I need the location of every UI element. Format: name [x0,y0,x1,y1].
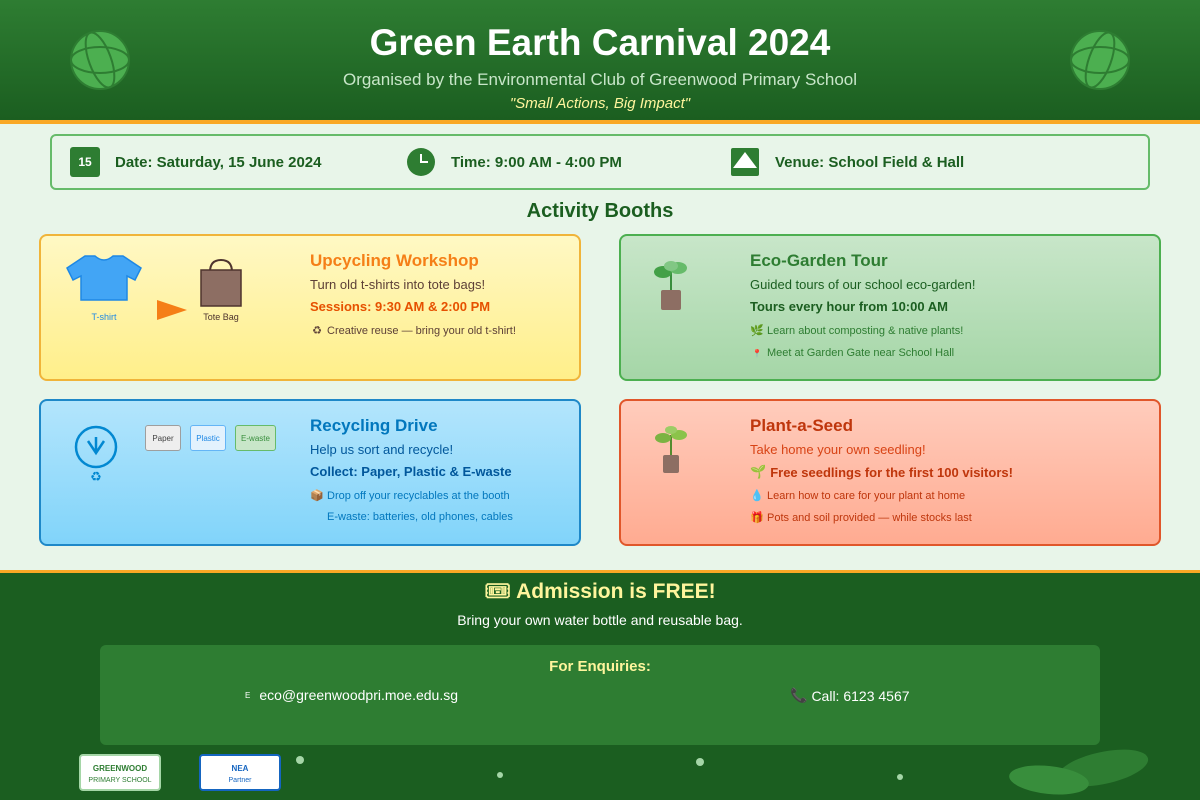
booth-note: 🌿 Learn about composting & native plants… [750,324,964,338]
booth-note: ♻ Creative reuse — bring your old t-shir… [310,324,516,338]
leaf-icon: 🌿 [750,325,764,337]
phone-text[interactable]: Call: 6123 4567 [811,688,909,704]
decorative-dot [296,756,304,764]
potted-plant-icon [654,261,687,310]
booth-collect: Collect: Paper, Plastic & E-waste [310,464,512,479]
page-subtitle: Organised by the Environmental Club of G… [342,70,858,89]
decorative-dot [497,772,503,778]
booth-description: Take home your own seedling! [750,442,926,457]
sprout-icon: 🌱 [750,464,767,479]
tent-icon [731,148,759,176]
booth-note: E-waste: batteries, old phones, cables [327,511,513,523]
greenwood-logo: GREENWOOD PRIMARY SCHOOL [79,754,161,791]
time-info: Time: 9:00 AM - 4:00 PM [406,136,622,188]
email-text[interactable]: eco@greenwoodpri.moe.edu.sg [259,687,458,703]
paper-bin: Paper [145,425,181,451]
recycle-icon: ♻ [312,325,322,337]
time-text: Time: 9:00 AM - 4:00 PM [451,153,622,171]
calendar-icon: 15 [70,147,100,177]
booth-description: Guided tours of our school eco-garden! [750,277,976,292]
booth-sessions: Sessions: 9:30 AM & 2:00 PM [310,299,491,314]
decorative-dot [696,758,704,766]
phone-icon: 📞 [790,687,808,703]
email-contact[interactable]: E eco@greenwoodpri.moe.edu.sg [245,687,458,703]
pin-icon: 📍 [752,348,762,358]
section-title: Activity Booths [526,200,674,222]
arrow-right-icon [157,300,187,320]
booth-schedule: Tours every hour from 10:00 AM [750,299,948,314]
booth-card-recycling: ♻ Paper Plastic E-waste Recycling Drive … [39,399,581,546]
tote-bag-icon [200,258,242,307]
booth-offer: 🌱 Free seedlings for the first 100 visit… [750,464,1013,480]
plastic-bin: Plastic [190,425,226,451]
ticket-icon: 🎟 [484,580,512,603]
booth-title: Plant-a-Seed [750,416,853,435]
enquiry-title: For Enquiries: [549,658,651,675]
tshirt-icon [66,255,142,301]
event-info-bar: 15 Date: Saturday, 15 June 2024 Time: 9:… [50,134,1150,190]
booth-title: Recycling Drive [310,416,438,435]
booth-note: 💧 Learn how to care for your plant at ho… [750,489,966,503]
booth-title: Upcycling Workshop [310,251,479,270]
water-drop-badge-icon [74,425,118,469]
admission-banner: 🎟 Admission is FREE! [0,580,1200,604]
phone-contact[interactable]: 📞 Call: 6123 4567 [790,687,910,704]
date-info: 15 Date: Saturday, 15 June 2024 [70,136,321,188]
decorative-dot [897,774,903,780]
booth-description: Turn old t-shirts into tote bags! [310,277,486,292]
enquiry-box: For Enquiries: E eco@greenwoodpri.moe.ed… [100,645,1100,745]
booth-note: 🎁 Pots and soil provided — while stocks … [750,511,972,525]
leaf-decoration-icon [1009,749,1149,795]
tagline: "Small Actions, Big Impact" [509,95,691,112]
admission-text: Admission is FREE! [516,580,716,603]
drop-icon: 💧 [750,490,764,502]
venue-text: Venue: School Field & Hall [775,153,965,171]
booth-title: Eco-Garden Tour [750,251,888,270]
box-icon: 📦 [310,490,324,502]
booth-description: Help us sort and recycle! [310,442,454,457]
tshirt-label: T-shirt [91,312,117,322]
venue-info: Venue: School Field & Hall [730,136,964,188]
recycle-icon: ♻ [90,469,102,484]
booth-card-upcycling: T-shirt Tote Bag Upcycling Workshop Turn… [39,234,581,381]
footer-divider [0,570,1200,573]
bring-note: Bring your own water bottle and reusable… [457,612,743,628]
date-text: Date: Saturday, 15 June 2024 [115,153,322,171]
booth-card-plant-a-seed: Plant-a-Seed Take home your own seedling… [619,399,1161,546]
seedling-icon [655,426,687,473]
booth-note: 📍 Meet at Garden Gate near School Hall [750,347,954,359]
gift-icon: 🎁 [750,512,764,524]
email-icon: E [245,690,251,700]
booth-note: 📦 Drop off your recyclables at the booth [310,489,510,503]
booth-card-eco-garden: Eco-Garden Tour Guided tours of our scho… [619,234,1161,381]
nea-logo: NEA Partner [199,754,281,791]
e-waste-bin: E-waste [235,425,276,451]
clock-icon [407,148,435,176]
header-banner: Green Earth Carnival 2024 Organised by t… [0,0,1200,120]
page-title: Green Earth Carnival 2024 [369,22,831,63]
tote-bag-label: Tote Bag [203,312,239,322]
header-divider [0,120,1200,124]
